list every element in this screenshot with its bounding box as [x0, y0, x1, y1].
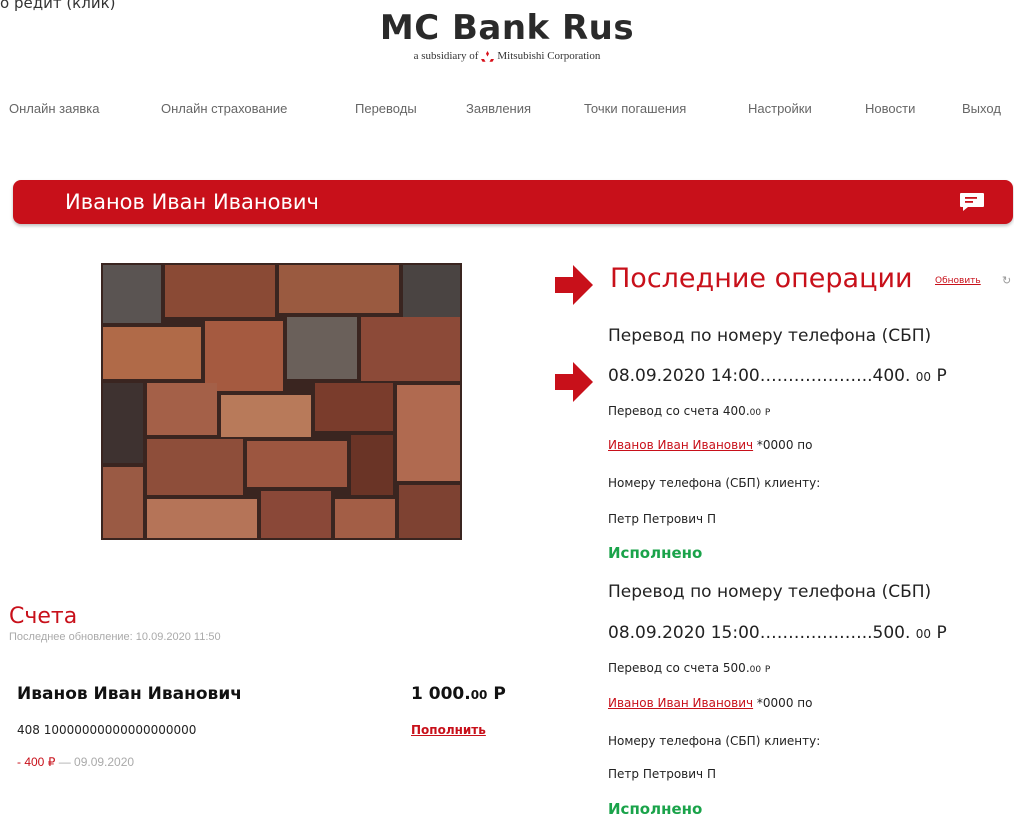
accounts-title: Счета: [9, 604, 78, 629]
red-arrow-icon: [555, 362, 593, 402]
operation-title: Перевод по номеру телефона (СБП): [608, 582, 932, 602]
refresh-link[interactable]: Обновить: [935, 276, 981, 286]
refresh-icon[interactable]: ↻: [1002, 274, 1011, 287]
operation-title: Перевод по номеру телефона (СБП): [608, 326, 932, 346]
nav-online-application[interactable]: Онлайн заявка: [9, 101, 100, 116]
stone-wall-image: [101, 263, 462, 540]
payer-link[interactable]: Иванов Иван Иванович: [608, 438, 753, 452]
account-number: 408 10000000000000000000: [17, 723, 197, 737]
operation-details: Номеру телефона (СБП) клиенту:: [608, 734, 821, 748]
brand-subtitle: a subsidiary of Mitsubishi Corporation: [0, 50, 1014, 62]
account-balance: 1 000.00 Р: [411, 684, 506, 704]
operations-title: Последние операции: [610, 263, 913, 294]
main-nav: Онлайн заявка Онлайн страхование Перевод…: [0, 101, 1014, 123]
nav-applications[interactable]: Заявления: [466, 101, 531, 116]
operation-datetime-amount: 08.09.2020 15:00………………..500. 00 Р: [608, 623, 947, 643]
brand-subtitle-corp: Mitsubishi Corporation: [497, 50, 601, 62]
operation-from: Перевод со счета 400.00 Р: [608, 404, 771, 418]
red-arrow-icon: [555, 265, 593, 305]
operation-from: Перевод со счета 500.00 Р: [608, 661, 771, 675]
accounts-updated: Последнее обновление: 10.09.2020 11:50: [9, 631, 221, 643]
user-name: Иванов Иван Иванович: [65, 190, 319, 214]
operation-recipient: Петр Петрович П: [608, 512, 716, 526]
operation-payer: Иванов Иван Иванович *0000 по: [608, 438, 813, 452]
message-icon[interactable]: [959, 192, 985, 212]
operation-status: Исполнено: [608, 800, 703, 818]
operation-details: Номеру телефона (СБП) клиенту:: [608, 476, 821, 490]
topup-link[interactable]: Пополнить: [411, 723, 486, 737]
operation-recipient: Петр Петрович П: [608, 767, 716, 781]
nav-transfers[interactable]: Переводы: [355, 101, 417, 116]
payer-link[interactable]: Иванов Иван Иванович: [608, 696, 753, 710]
brand-header: MC Bank Rus a subsidiary of Mitsubishi C…: [0, 8, 1014, 62]
account-last-operation: - 400 ₽ — 09.09.2020: [17, 755, 135, 769]
mitsubishi-logo-icon: [481, 50, 495, 62]
brand-name: MC Bank Rus: [379, 8, 635, 48]
user-bar: Иванов Иван Иванович: [13, 180, 1013, 224]
nav-news[interactable]: Новости: [865, 101, 915, 116]
nav-repayment-points[interactable]: Точки погашения: [584, 101, 686, 116]
operation-payer: Иванов Иван Иванович *0000 по: [608, 696, 813, 710]
nav-settings[interactable]: Настройки: [748, 101, 812, 116]
operation-status: Исполнено: [608, 544, 703, 562]
account-owner: Иванов Иван Иванович: [17, 684, 242, 704]
operation-datetime-amount: 08.09.2020 14:00………………..400. 00 Р: [608, 366, 947, 386]
nav-logout[interactable]: Выход: [962, 101, 1001, 116]
nav-online-insurance[interactable]: Онлайн страхование: [161, 101, 287, 116]
brand-subtitle-pre: a subsidiary of: [413, 50, 479, 62]
